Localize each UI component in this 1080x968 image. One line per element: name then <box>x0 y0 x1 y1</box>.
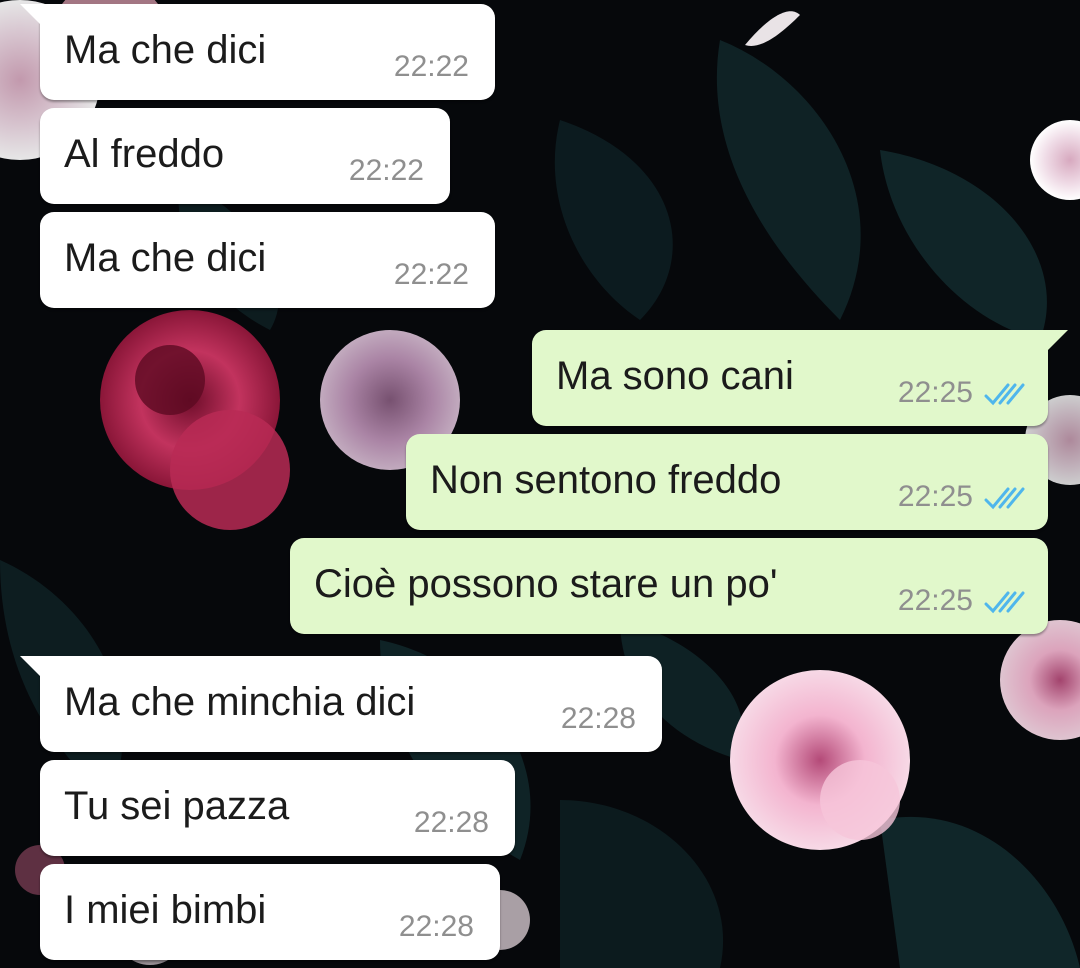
message-time: 22:22 <box>393 50 469 83</box>
bubble-tail <box>20 4 46 30</box>
message-text: Non sentono freddo <box>430 458 782 502</box>
outgoing-message[interactable]: Ma sono cani 22:25 <box>532 330 1068 426</box>
message-time: 22:22 <box>393 258 469 291</box>
incoming-message[interactable]: Ma che dici 22:22 <box>40 212 495 308</box>
bubble-tail <box>20 656 46 682</box>
message-text: Ma che minchia dici <box>64 680 416 724</box>
message-time: 22:28 <box>560 702 636 735</box>
incoming-message[interactable]: Tu sei pazza 22:28 <box>40 760 515 856</box>
message-text: I miei bimbi <box>64 888 267 932</box>
message-time: 22:28 <box>398 910 474 943</box>
outgoing-message[interactable]: Non sentono freddo 22:25 <box>406 434 1048 530</box>
message-time: 22:25 <box>897 376 973 409</box>
double-check-read-icon <box>984 487 1025 510</box>
message-text: Al freddo <box>64 132 225 176</box>
message-time: 22:25 <box>897 584 973 617</box>
incoming-message[interactable]: Ma che minchia dici 22:28 <box>20 656 662 752</box>
double-check-read-icon <box>984 383 1025 406</box>
message-text: Ma che dici <box>64 236 267 280</box>
message-time: 22:22 <box>348 154 424 187</box>
message-text: Tu sei pazza <box>64 784 290 828</box>
incoming-message[interactable]: Al freddo 22:22 <box>40 108 450 204</box>
outgoing-message[interactable]: Cioè possono stare un po' 22:25 <box>290 538 1048 634</box>
message-text: Ma che dici <box>64 28 267 72</box>
message-text: Cioè possono stare un po' <box>314 562 778 606</box>
message-text: Ma sono cani <box>556 354 794 398</box>
incoming-message[interactable]: I miei bimbi 22:28 <box>40 864 500 960</box>
incoming-message[interactable]: Ma che dici 22:22 <box>20 4 495 100</box>
message-time: 22:25 <box>897 480 973 513</box>
double-check-read-icon <box>984 591 1025 614</box>
message-time: 22:28 <box>413 806 489 839</box>
bubble-tail <box>1042 330 1068 356</box>
message-list[interactable]: Ma che dici 22:22 Al freddo 22:22 Ma che… <box>0 0 1080 968</box>
